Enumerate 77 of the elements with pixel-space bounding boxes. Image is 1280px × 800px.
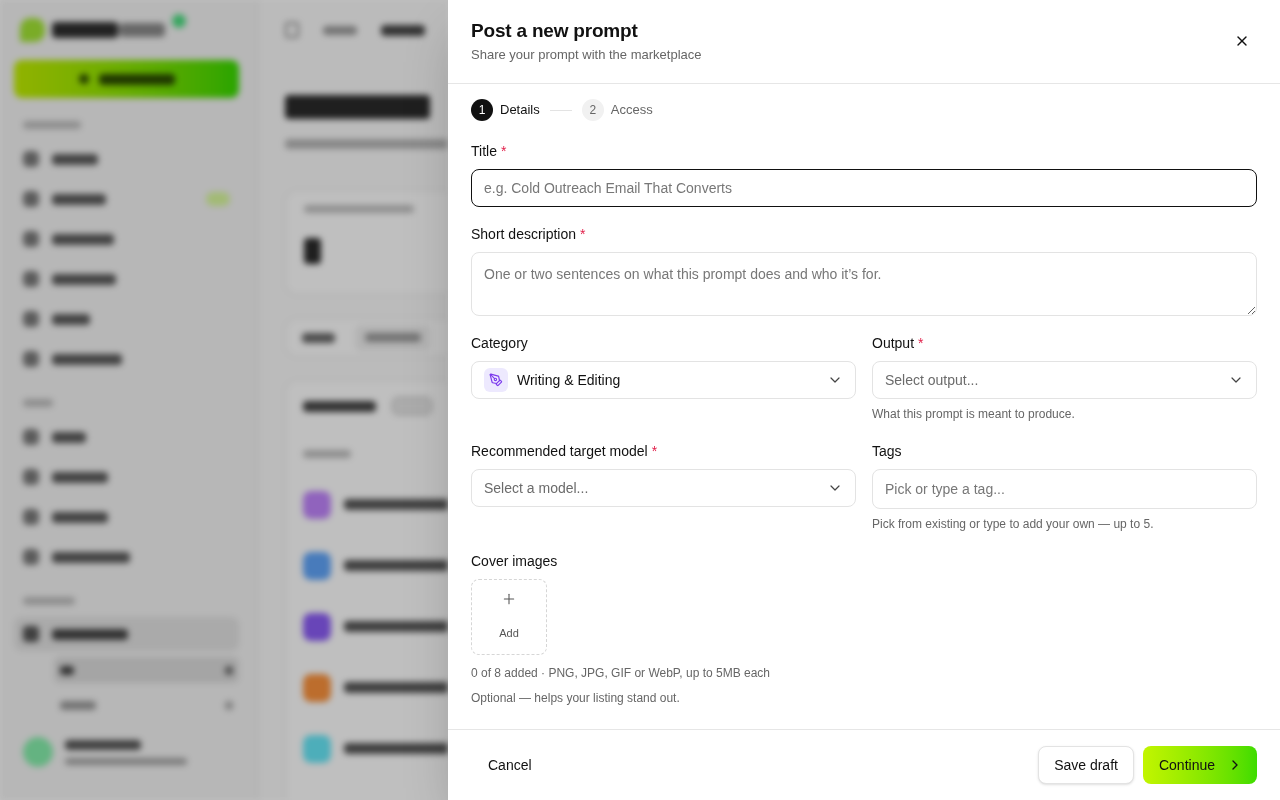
blurred-icon: [303, 673, 331, 702]
blurred-icon: [206, 192, 230, 206]
blurred-text: [323, 25, 357, 35]
step-number: 2: [581, 99, 604, 121]
helper-text: Optional — helps your listing stand out.: [471, 690, 681, 706]
blurred-text: [60, 700, 96, 710]
blurred-text: [304, 238, 321, 264]
blurred-icon: [303, 734, 331, 763]
blurred-icon: [23, 151, 39, 167]
blurred-icon: [23, 271, 39, 287]
blurred-icon: [23, 469, 39, 485]
blurred-text: [23, 399, 53, 407]
blurred-icon: [23, 509, 39, 525]
required-mark: *: [500, 142, 507, 161]
blurred-icon: [78, 74, 89, 84]
field-label: Title: [471, 142, 497, 161]
dropdown[interactable]: Select output...: [872, 361, 1257, 399]
field-label: Category: [471, 334, 528, 353]
required-mark: *: [651, 442, 658, 461]
blurred-text: [302, 332, 335, 343]
blurred-text: [52, 273, 116, 285]
blurred-text: [52, 233, 114, 245]
blurred-text: [225, 700, 233, 710]
required-mark: *: [580, 225, 586, 244]
blurred-icon: [23, 311, 39, 327]
blurred-text: [52, 193, 106, 205]
blurred-icon: [23, 231, 39, 247]
primary-button[interactable]: [14, 60, 239, 98]
plus-icon: [501, 591, 517, 607]
continue-button[interactable]: Continue: [1142, 746, 1257, 784]
step-label[interactable]: Access: [610, 100, 653, 120]
blurred-text: [60, 665, 74, 675]
blurred-text: [52, 353, 122, 365]
blurred-text: [52, 431, 86, 443]
blurred-text: [23, 121, 81, 129]
add-image-button[interactable]: Add: [471, 579, 547, 655]
blurred-text: [225, 665, 233, 675]
blurred-icon: [23, 626, 39, 642]
field-hint: Pick from existing or type to add your own — up to 5.: [872, 516, 1155, 532]
blurred-text: [52, 471, 108, 483]
blurred-icon: [23, 737, 53, 767]
blurred-text: [365, 333, 421, 342]
blurred-icon: [23, 191, 39, 207]
field-label: Short description: [471, 225, 577, 244]
dropdown[interactable]: Select a model...: [471, 469, 856, 507]
blurred-icon: [303, 490, 331, 519]
blurred-icon: [20, 18, 45, 42]
blurred-icon: [303, 612, 331, 641]
step-label[interactable]: Details: [500, 100, 540, 120]
pen-tool-icon: [484, 368, 508, 392]
field-label: Output: [872, 334, 915, 353]
blurred-icon: [23, 549, 39, 565]
blurred-text: [52, 153, 98, 165]
drawer-title: Post a new prompt: [471, 19, 639, 43]
field-label: Tags: [872, 442, 902, 461]
field-hint: What this prompt is meant to produce.: [872, 406, 1076, 422]
dropdown[interactable]: Writing & Editing: [471, 361, 856, 399]
save-draft-button[interactable]: Save draft: [1038, 746, 1134, 784]
helper-text: 0 of 8 added · PNG, JPG, GIF or WebP, up to 5MB each: [471, 665, 772, 681]
blurred-icon: [303, 551, 331, 580]
blurred-text: [23, 597, 75, 605]
blurred-text: [52, 511, 108, 523]
drawer-subtitle: Share your prompt with the marketplace: [471, 46, 702, 64]
step-number: 1: [471, 99, 493, 121]
field-label: Recommended target model: [471, 442, 648, 461]
cancel-button[interactable]: Cancel: [471, 746, 549, 784]
required-mark: *: [918, 334, 924, 353]
tags-input[interactable]: Pick or type a tag...: [872, 469, 1257, 509]
textarea-field[interactable]: One or two sentences on what this prompt does and who it’s for.: [471, 252, 1257, 316]
field-label: Cover images: [471, 552, 559, 571]
blurred-icon: [23, 429, 39, 445]
blurred-text: [303, 450, 351, 458]
blurred-text: [381, 24, 425, 36]
text-input[interactable]: e.g. Cold Outreach Email That Converts: [471, 169, 1257, 207]
blurred-icon: [23, 351, 39, 367]
blurred-icon: [172, 14, 186, 28]
blurred-text: [52, 313, 90, 325]
